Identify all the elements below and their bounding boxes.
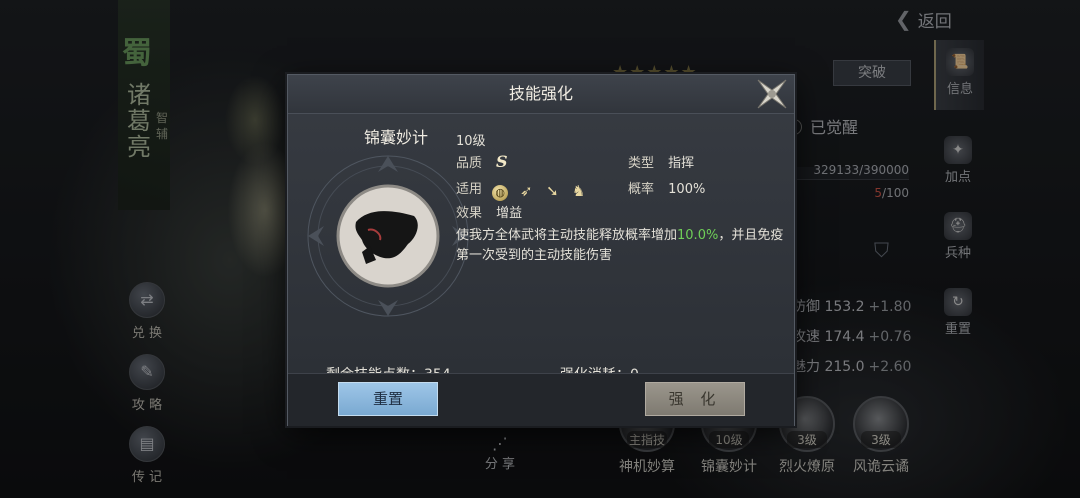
skill-description: 使我方全体武将主动技能释放概率增加10.0%，并且免疫第一次受到的主动技能伤害 <box>456 226 786 266</box>
shield-unit-icon: ◍ <box>492 185 509 201</box>
chance-value: 100% <box>668 182 706 197</box>
effect-row: 效果 增益 <box>456 202 522 221</box>
dialog-title: 技能强化 <box>508 84 573 103</box>
type-row: 类型 指挥 <box>628 152 694 171</box>
skill-title: 锦囊妙计 <box>363 128 428 147</box>
chance-row: 概率 100% <box>628 178 705 197</box>
skill-level: 10级 <box>456 134 486 149</box>
type-value: 指挥 <box>668 156 695 171</box>
reset-button[interactable]: 重置 <box>338 382 438 416</box>
close-icon <box>757 79 787 109</box>
effect-label: 效果 <box>456 206 483 221</box>
effect-value: 增益 <box>496 206 523 221</box>
description-text: 使我方全体武将主动技能释放概率增加 <box>456 228 678 243</box>
grade-label: 品质 <box>456 156 483 171</box>
dialog-footer: 重置 强 化 <box>288 373 794 426</box>
grade-row: 品质 S <box>456 152 508 171</box>
applies-row: 适用 ◍ ➶ ➘ ♞ <box>456 178 587 201</box>
cavalry-unit-icon: ♞ <box>571 182 586 200</box>
chance-label: 概率 <box>628 182 655 197</box>
dialog-header: 技能强化 <box>288 75 794 114</box>
close-button[interactable] <box>753 75 791 113</box>
grade-value: S <box>496 152 508 171</box>
description-highlight: 10.0% <box>677 228 719 243</box>
bow-unit-icon: ➶ <box>520 182 533 200</box>
spear-unit-icon: ➘ <box>546 182 559 200</box>
skill-enhance-dialog: 技能强化 锦囊妙计 10级 品质 S 类型 指挥 适用 ◍ ➶ ➘ ♞ 概率 1… <box>287 74 795 426</box>
skill-emblem-icon <box>307 155 469 317</box>
enhance-button[interactable]: 强 化 <box>645 382 745 416</box>
applies-label: 适用 <box>456 182 483 197</box>
type-label: 类型 <box>628 156 655 171</box>
dialog-body: 锦囊妙计 10级 品质 S 类型 指挥 适用 ◍ ➶ ➘ ♞ 概率 100% 效… <box>288 114 794 383</box>
